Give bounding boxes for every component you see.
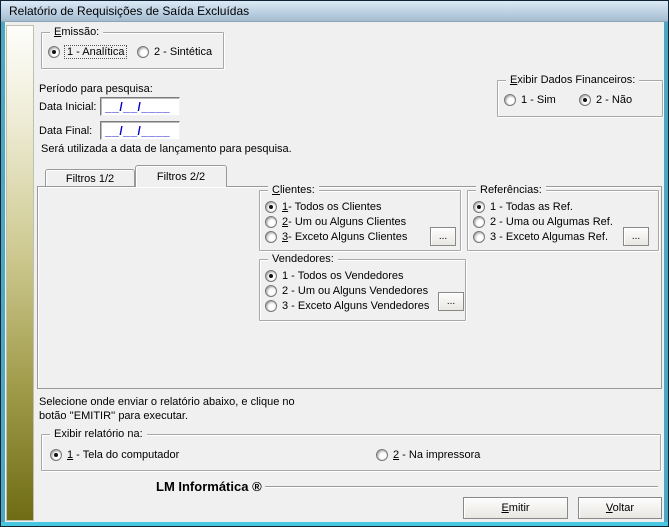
periodo-title: Período para pesquisa:	[39, 83, 153, 95]
vendedores-browse-button[interactable]: ...	[438, 292, 464, 311]
radio-label: 3 - Exceto Alguns Vendedores	[282, 300, 429, 312]
radio-icon	[504, 94, 516, 106]
radio-icon	[579, 94, 591, 106]
radio-icon	[265, 216, 277, 228]
radio-saida-tela[interactable]: 1 - Tela do computador	[50, 448, 179, 462]
data-inicial-label: Data Inicial:	[39, 101, 96, 113]
clientes-browse-button[interactable]: ...	[430, 227, 456, 246]
window-frame-bottom	[1, 522, 668, 526]
radio-label: 1- Todos os Clientes	[282, 201, 381, 213]
vendedores-group-label: Vendedores:	[268, 252, 338, 266]
radio-vendedores-um-ou-alguns[interactable]: 2 - Um ou Alguns Vendedores	[265, 284, 428, 298]
referencias-group-label: Referências:	[476, 183, 546, 197]
radio-label: 2 - Não	[596, 94, 632, 106]
ellipsis-label: ...	[632, 231, 640, 242]
radio-icon	[265, 285, 277, 297]
dados-financeiros-group-label: Exibir Dados Financeiros:	[506, 73, 639, 87]
window-frame-left	[1, 22, 5, 526]
radio-emissao-sintetica[interactable]: 2 - Sintética	[137, 45, 212, 59]
emissao-group-label: Emissão:	[50, 25, 103, 39]
radio-label: 2 - Na impressora	[393, 449, 480, 461]
voltar-button-label: Voltar	[606, 502, 634, 514]
voltar-button[interactable]: Voltar	[578, 497, 662, 519]
radio-vendedores-todos[interactable]: 1 - Todos os Vendedores	[265, 269, 404, 283]
radio-financeiro-nao[interactable]: 2 - Não	[579, 93, 632, 107]
radio-label: 2 - Sintética	[154, 46, 212, 58]
radio-icon	[376, 449, 388, 461]
data-inicial-input[interactable]	[100, 97, 180, 116]
periodo-note: Será utilizada a data de lançamento para…	[41, 143, 292, 155]
radio-referencias-uma-ou-algumas[interactable]: 2 - Uma ou Algumas Ref.	[473, 215, 613, 229]
brand-row: LM Informática ®	[156, 479, 658, 494]
radio-label: 2 - Uma ou Algumas Ref.	[490, 216, 613, 228]
radio-icon	[50, 449, 62, 461]
tab-filtros-2[interactable]: Filtros 2/2	[135, 165, 227, 187]
radio-icon	[137, 46, 149, 58]
data-final-input[interactable]	[100, 121, 180, 140]
ellipsis-label: ...	[447, 296, 455, 307]
dialog-window: Relatório de Requisições de Saída Excluí…	[0, 0, 669, 527]
radio-referencias-exceto[interactable]: 3 - Exceto Algumas Ref.	[473, 230, 608, 244]
radio-label: 1 - Todas as Ref.	[490, 201, 573, 213]
radio-referencias-todas[interactable]: 1 - Todas as Ref.	[473, 200, 573, 214]
radio-emissao-analitica[interactable]: 1 - Analítica	[48, 45, 126, 59]
radio-icon	[48, 46, 60, 58]
referencias-browse-button[interactable]: ...	[623, 227, 649, 246]
radio-clientes-um-ou-alguns[interactable]: 2- Um ou Alguns Clientes	[265, 215, 406, 229]
tab-label: Filtros 1/2	[66, 173, 114, 185]
radio-icon	[265, 270, 277, 282]
radio-icon	[265, 231, 277, 243]
brand-divider	[265, 486, 658, 488]
radio-vendedores-exceto[interactable]: 3 - Exceto Alguns Vendedores	[265, 299, 429, 313]
radio-label: 3- Exceto Alguns Clientes	[282, 231, 407, 243]
radio-icon	[473, 216, 485, 228]
radio-label: 1 - Todos os Vendedores	[282, 270, 404, 282]
left-gradient-bar	[6, 25, 34, 521]
radio-label: 3 - Exceto Algumas Ref.	[490, 231, 608, 243]
radio-icon	[265, 300, 277, 312]
tab-label: Filtros 2/2	[157, 171, 205, 183]
ellipsis-label: ...	[439, 231, 447, 242]
radio-label: 1 - Sim	[521, 94, 556, 106]
radio-icon	[473, 231, 485, 243]
radio-clientes-exceto[interactable]: 3- Exceto Alguns Clientes	[265, 230, 407, 244]
brand-text: LM Informática ®	[156, 479, 262, 494]
radio-label: 2- Um ou Alguns Clientes	[282, 216, 406, 228]
radio-label: 1 - Tela do computador	[67, 449, 179, 461]
emitir-button-label: Emitir	[501, 502, 529, 514]
radio-icon	[265, 201, 277, 213]
radio-clientes-todos[interactable]: 1- Todos os Clientes	[265, 200, 381, 214]
footer-instruction: Selecione onde enviar o relatório abaixo…	[39, 395, 295, 423]
clientes-group-label: Clientes:	[268, 183, 319, 197]
radio-financeiro-sim[interactable]: 1 - Sim	[504, 93, 556, 107]
exibir-relatorio-group-label: Exibir relatório na:	[50, 427, 147, 441]
data-final-label: Data Final:	[39, 125, 92, 137]
radio-icon	[473, 201, 485, 213]
window-title: Relatório de Requisições de Saída Excluí…	[9, 4, 249, 18]
radio-label: 2 - Um ou Alguns Vendedores	[282, 285, 428, 297]
tab-filtros-1[interactable]: Filtros 1/2	[45, 169, 135, 187]
radio-saida-impressora[interactable]: 2 - Na impressora	[376, 448, 480, 462]
emitir-button[interactable]: Emitir	[463, 497, 568, 519]
title-bar[interactable]: Relatório de Requisições de Saída Excluí…	[1, 1, 668, 22]
radio-label: 1 - Analítica	[65, 46, 126, 58]
window-frame-right	[664, 22, 668, 526]
